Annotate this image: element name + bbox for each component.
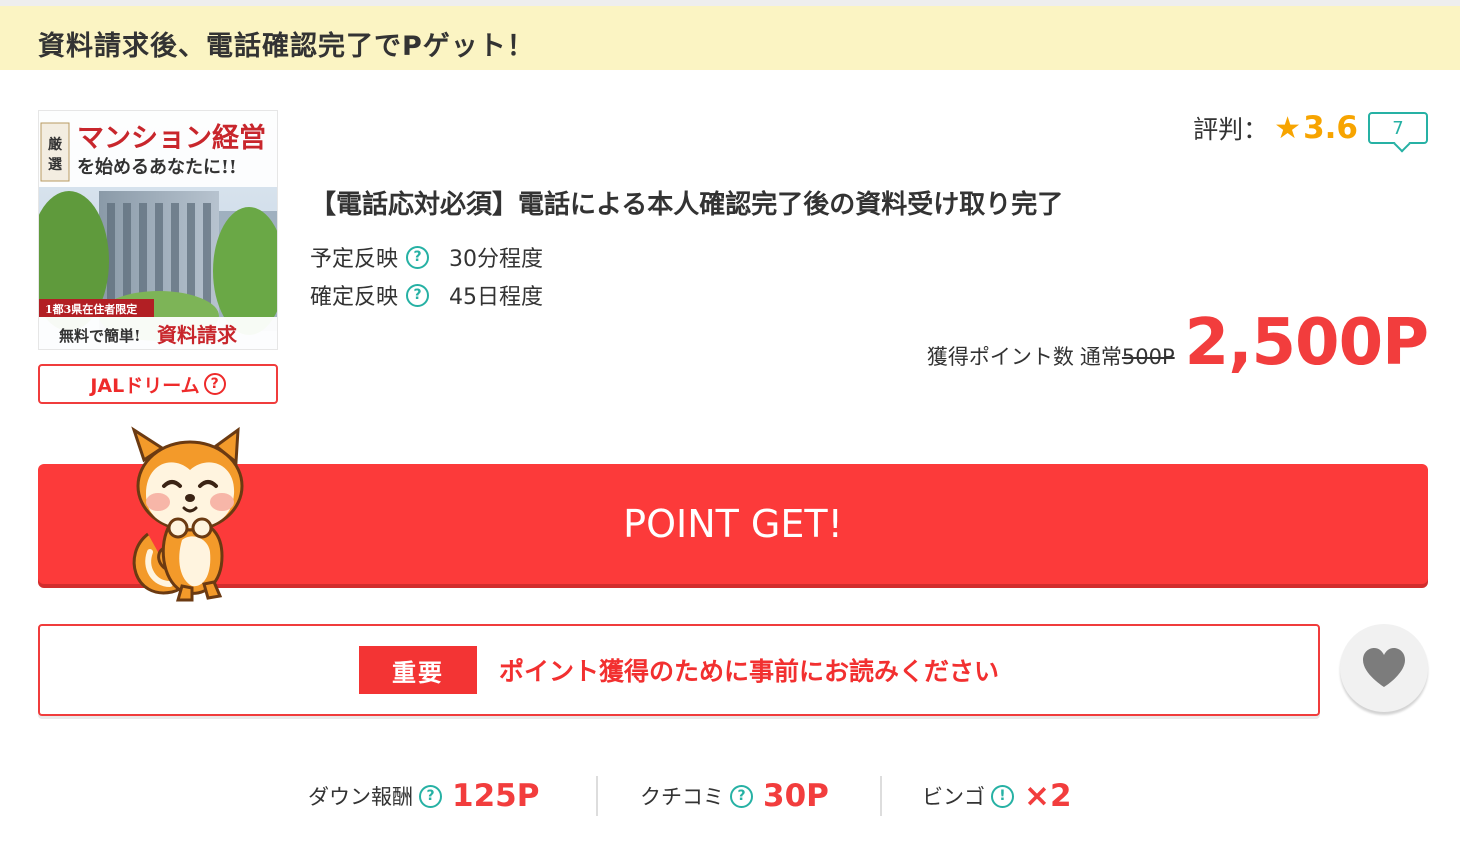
jal-help-icon[interactable]: ? [203,373,226,395]
bonus-down-reward: ダウン報酬 ? 125P [308,776,539,816]
star-icon: ★ [1274,110,1302,146]
jal-dream-label: JALドリーム [90,374,200,397]
heart-icon [1363,648,1405,687]
reflect-row-confirmed: 確定反映 ? 45日程度 [310,279,543,311]
info-icon[interactable]: ! [991,784,1014,808]
help-icon[interactable]: ? [406,245,430,269]
thumb-headline: マンション経営 [77,122,266,154]
points-main-value: 2,500P [1184,306,1429,380]
help-icon[interactable]: ? [419,784,442,808]
thumb-cta-prefix: 無料で簡単! [59,327,141,345]
rating: 評判： ★ 3.6 7 [1193,110,1428,146]
review-count-badge[interactable]: 7 [1368,112,1428,144]
bonus-label: ビンゴ [922,785,985,809]
important-notice[interactable]: 重要 ポイント獲得のために事前にお読みください [38,624,1320,716]
reflect-label: 予定反映 [310,247,399,272]
bonus-divider [596,776,598,816]
points-normal-value: 500P [1121,345,1175,369]
thumb-region-note: 1都3県在住者限定 [45,302,137,316]
points-label: 獲得ポイント数 [926,345,1074,369]
favorite-button[interactable] [1340,624,1428,712]
bonus-value: ×2 [1024,778,1072,814]
jal-dream-link[interactable]: JALドリーム ? [38,364,278,404]
squirrel-mascot-icon [131,426,244,602]
thumb-tag-bottom: 選 [48,157,62,173]
thumb-subline: を始めるあなたに!! [77,156,237,178]
important-badge: 重要 [358,646,477,694]
bonus-value: 125P [452,778,540,814]
bonus-label: クチコミ [640,785,724,809]
help-icon[interactable]: ? [406,283,430,307]
reflect-value: 45日程度 [449,285,544,310]
rating-label: 評判： [1193,115,1269,144]
points-normal-label: 通常 [1079,345,1122,369]
bonus-bingo: ビンゴ ! ×2 [922,776,1072,816]
thumb-tag-top: 厳 [48,136,63,153]
help-icon[interactable]: ? [730,784,753,808]
rating-value: 3.6 [1303,110,1358,146]
bonus-value: 30P [763,778,829,814]
points-block: 獲得ポイント数 通常 500P 2,500P [926,306,1429,380]
reflect-value: 30分程度 [449,247,544,272]
thumb-cta-main: 資料請求 [157,323,238,347]
offer-title: 【電話応対必須】電話による本人確認完了後の資料受け取り完了 [310,190,1064,220]
bonus-review: クチコミ ? 30P [640,776,829,816]
banner-text: 資料請求後、電話確認完了でPゲット！ [38,31,535,62]
reflect-row-scheduled: 予定反映 ? 30分程度 [310,241,543,273]
important-text: ポイント獲得のために事前にお読みください [498,657,999,686]
reflect-label: 確定反映 [310,285,399,310]
offer-thumbnail[interactable]: 厳 選 マンション経営 を始めるあなたに!! 1都3県在住者限定 無料で簡単! … [38,110,278,350]
bonus-divider [880,776,882,816]
campaign-banner: 資料請求後、電話確認完了でPゲット！ [0,6,1460,70]
bonus-label: ダウン報酬 [308,785,413,809]
